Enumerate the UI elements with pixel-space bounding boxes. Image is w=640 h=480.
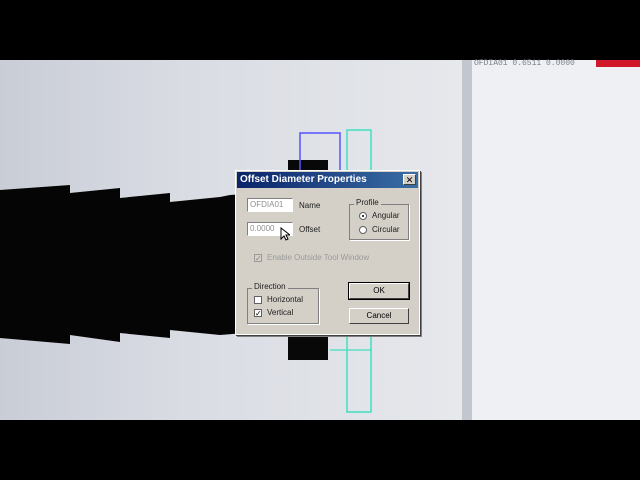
mouse-cursor-icon [280,227,290,241]
profile-angular-radio[interactable] [359,212,367,220]
ok-button[interactable]: OK [348,282,410,300]
offset-diameter-dialog: Offset Diameter Properties ✕ OFDIA01 Nam… [235,170,420,335]
vertical-label: Vertical [267,308,294,317]
direction-group-title: Direction [252,282,288,291]
panel-divider [462,60,472,420]
part-silhouette [0,185,245,344]
readout-text: OFDIA01 0.6511 0.0000 [474,59,575,68]
dialog-titlebar[interactable]: Offset Diameter Properties ✕ [237,172,418,188]
close-icon: ✕ [405,175,414,185]
horizontal-checkbox[interactable] [254,296,262,304]
right-panel: OFDIA01 0.6511 0.0000 [462,60,640,420]
measurement-readout: OFDIA01 0.6511 0.0000 [474,60,640,68]
profile-circular-radio[interactable] [359,226,367,234]
direction-group [247,288,319,324]
profile-angular-label: Angular [372,211,400,220]
vertical-checkbox[interactable]: ✓ [254,309,262,318]
profile-group-title: Profile [354,198,381,207]
name-input[interactable]: OFDIA01 [247,198,293,212]
profile-group [349,204,409,240]
enable-outside-checkbox[interactable]: ✓ [254,254,262,263]
readout-red-bar [596,60,640,67]
enable-outside-label: Enable Outside Tool Window [267,253,370,262]
cancel-button[interactable]: Cancel [349,308,409,324]
close-button[interactable]: ✕ [403,174,416,185]
horizontal-label: Horizontal [267,295,304,304]
profile-circular-label: Circular [372,225,400,234]
name-label: Name [299,201,321,210]
dialog-title: Offset Diameter Properties [240,174,367,185]
offset-label: Offset [299,225,321,234]
